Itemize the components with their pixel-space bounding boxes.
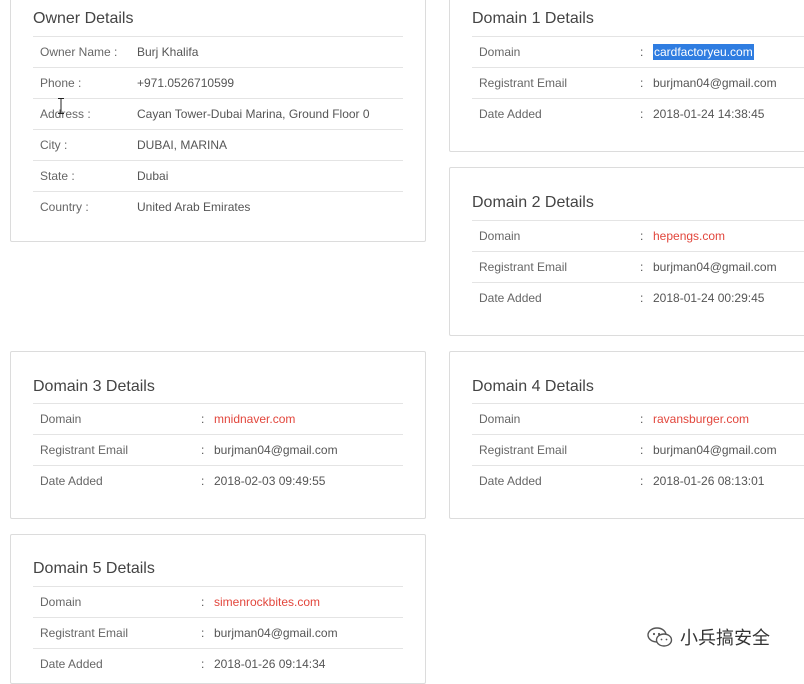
- registrant-email-value: burjman04@gmail.com: [214, 626, 338, 640]
- domain-1-row-domain: Domain : cardfactoryeu.com: [472, 36, 804, 67]
- separator: :: [640, 107, 644, 121]
- date-added-value: 2018-01-24 00:29:45: [653, 291, 765, 305]
- domain-4-card: Domain 4 Details Domain : ravansburger.c…: [449, 351, 804, 519]
- domain-2-card: Domain 2 Details Domain : hepengs.com Re…: [449, 167, 804, 336]
- domain-1-card: Domain 1 Details Domain : cardfactoryeu.…: [449, 0, 804, 152]
- domain-1-row-date: Date Added : 2018-01-24 14:38:45: [472, 98, 804, 129]
- text-cursor-icon: [58, 98, 64, 114]
- owner-name-value: Burj Khalifa: [137, 45, 199, 59]
- domain-label: Domain: [40, 412, 82, 426]
- separator: :: [201, 657, 205, 671]
- separator: :: [640, 229, 644, 243]
- owner-row-name: Owner Name : Burj Khalifa: [33, 36, 403, 67]
- date-added-label: Date Added: [479, 107, 542, 121]
- domain-1-row-email: Registrant Email : burjman04@gmail.com: [472, 67, 804, 98]
- owner-row-phone: Phone : +971.0526710599: [33, 67, 403, 98]
- separator: :: [640, 474, 644, 488]
- registrant-email-label: Registrant Email: [479, 443, 568, 457]
- address-value: Cayan Tower-Dubai Marina, Ground Floor 0: [137, 107, 370, 121]
- date-added-value: 2018-02-03 09:49:55: [214, 474, 326, 488]
- separator: :: [201, 443, 205, 457]
- separator: :: [201, 595, 205, 609]
- city-value: DUBAI, MARINA: [137, 138, 228, 152]
- address-label: Address :: [40, 107, 91, 121]
- separator: :: [640, 76, 644, 90]
- domain-5-title: Domain 5 Details: [33, 560, 155, 577]
- separator: :: [201, 626, 205, 640]
- registrant-email-label: Registrant Email: [40, 443, 129, 457]
- registrant-email-value: burjman04@gmail.com: [653, 260, 777, 274]
- owner-row-address: Address : Cayan Tower-Dubai Marina, Grou…: [33, 98, 403, 129]
- owner-row-state: State : Dubai: [33, 160, 403, 191]
- date-added-label: Date Added: [40, 474, 103, 488]
- registrant-email-value: burjman04@gmail.com: [653, 76, 777, 90]
- watermark: 小兵搞安全: [646, 626, 770, 648]
- phone-value: +971.0526710599: [137, 76, 235, 90]
- domain-4-row-domain: Domain : ravansburger.com: [472, 403, 804, 434]
- domain-5-row-email: Registrant Email : burjman04@gmail.com: [33, 617, 403, 648]
- domain-5-row-domain: Domain : simenrockbites.com: [33, 586, 403, 617]
- owner-details-title: Owner Details: [33, 10, 134, 27]
- domain-label: Domain: [479, 229, 521, 243]
- date-added-value: 2018-01-26 09:14:34: [214, 657, 326, 671]
- domain-2-row-date: Date Added : 2018-01-24 00:29:45: [472, 282, 804, 313]
- domain-label: Domain: [40, 595, 82, 609]
- domain-3-row-date: Date Added : 2018-02-03 09:49:55: [33, 465, 403, 496]
- domain-2-row-domain: Domain : hepengs.com: [472, 220, 804, 251]
- separator: :: [640, 45, 644, 59]
- country-value: United Arab Emirates: [137, 200, 251, 214]
- domain-4-title: Domain 4 Details: [472, 378, 594, 395]
- domain-3-row-email: Registrant Email : burjman04@gmail.com: [33, 434, 403, 465]
- domain-4-row-date: Date Added : 2018-01-26 08:13:01: [472, 465, 804, 496]
- separator: :: [201, 474, 205, 488]
- domain-label: Domain: [479, 45, 521, 59]
- domain-1-link[interactable]: cardfactoryeu.com: [653, 44, 754, 60]
- separator: :: [640, 443, 644, 457]
- domain-label: Domain: [479, 412, 521, 426]
- owner-name-label: Owner Name :: [40, 45, 118, 59]
- state-value: Dubai: [137, 169, 169, 183]
- domain-3-link[interactable]: mnidnaver.com: [214, 404, 295, 434]
- domain-2-row-email: Registrant Email : burjman04@gmail.com: [472, 251, 804, 282]
- domain-4-row-email: Registrant Email : burjman04@gmail.com: [472, 434, 804, 465]
- domain-2-link[interactable]: hepengs.com: [653, 221, 725, 251]
- domain-3-card: Domain 3 Details Domain : mnidnaver.com …: [10, 351, 426, 519]
- owner-row-country: Country : United Arab Emirates: [33, 191, 403, 222]
- registrant-email-value: burjman04@gmail.com: [214, 443, 338, 457]
- date-added-label: Date Added: [479, 291, 542, 305]
- state-label: State :: [40, 169, 75, 183]
- domain-1-title: Domain 1 Details: [472, 10, 594, 27]
- separator: :: [640, 291, 644, 305]
- registrant-email-label: Registrant Email: [40, 626, 129, 640]
- separator: :: [640, 260, 644, 274]
- separator: :: [640, 412, 644, 426]
- date-added-label: Date Added: [479, 474, 542, 488]
- domain-3-title: Domain 3 Details: [33, 378, 155, 395]
- watermark-text: 小兵搞安全: [680, 628, 770, 648]
- registrant-email-label: Registrant Email: [479, 260, 568, 274]
- date-added-value: 2018-01-24 14:38:45: [653, 107, 765, 121]
- country-label: Country :: [40, 200, 89, 214]
- phone-label: Phone :: [40, 76, 82, 90]
- separator: :: [201, 412, 205, 426]
- domain-5-link[interactable]: simenrockbites.com: [214, 587, 320, 617]
- domain-4-link[interactable]: ravansburger.com: [653, 404, 749, 434]
- owner-details-card: Owner Details Owner Name : Burj Khalifa …: [10, 0, 426, 242]
- domain-5-card: Domain 5 Details Domain : simenrockbites…: [10, 534, 426, 684]
- registrant-email-value: burjman04@gmail.com: [653, 443, 777, 457]
- domain-2-title: Domain 2 Details: [472, 194, 594, 211]
- wechat-icon: [647, 627, 673, 647]
- date-added-label: Date Added: [40, 657, 103, 671]
- domain-5-row-date: Date Added : 2018-01-26 09:14:34: [33, 648, 403, 679]
- date-added-value: 2018-01-26 08:13:01: [653, 474, 765, 488]
- domain-3-row-domain: Domain : mnidnaver.com: [33, 403, 403, 434]
- owner-row-city: City : DUBAI, MARINA: [33, 129, 403, 160]
- city-label: City :: [40, 138, 68, 152]
- registrant-email-label: Registrant Email: [479, 76, 568, 90]
